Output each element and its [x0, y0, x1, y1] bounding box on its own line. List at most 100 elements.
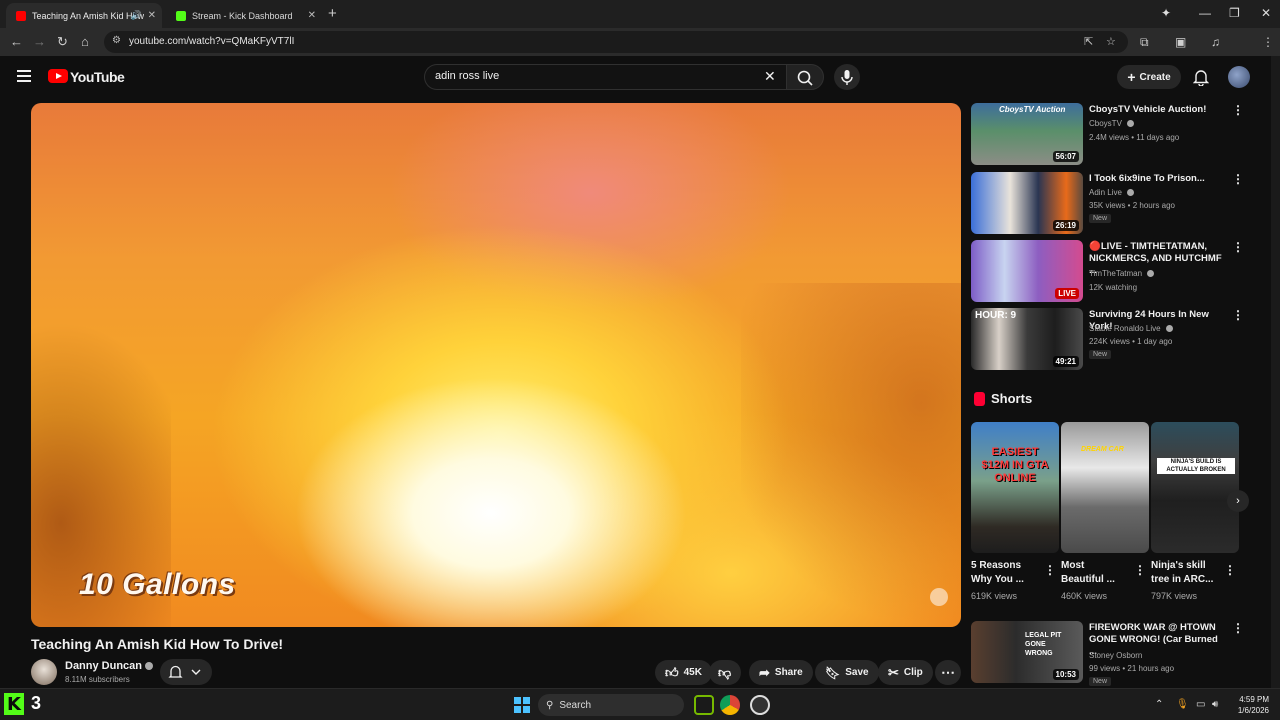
- video-thumbnail[interactable]: HOUR: 9 49:21: [971, 308, 1083, 370]
- clear-search-icon[interactable]: ✕: [764, 68, 776, 85]
- video-thumbnail[interactable]: 26:19: [971, 172, 1083, 234]
- recommendation-channel[interactable]: TimTheTatman: [1089, 269, 1155, 278]
- short-title[interactable]: Ninja's skill tree in ARC...: [1151, 559, 1217, 587]
- gemini-icon[interactable]: ✦: [1161, 6, 1171, 20]
- home-icon[interactable]: ⌂: [81, 34, 89, 49]
- bookmark-star-icon[interactable]: ☆: [1106, 35, 1116, 48]
- subscriber-count: 8.11M subscribers: [65, 675, 130, 684]
- recommendation-title[interactable]: CboysTV Vehicle Auction!: [1089, 104, 1227, 116]
- chrome-app-icon[interactable]: [720, 695, 740, 715]
- extensions-icon[interactable]: ⧉: [1140, 35, 1149, 50]
- verified-icon: [1147, 270, 1155, 278]
- more-options-icon[interactable]: ⋮: [1044, 563, 1056, 577]
- bell-icon: [168, 665, 201, 678]
- forward-icon[interactable]: →: [33, 34, 46, 49]
- short-thumbnail[interactable]: EASIEST $12M IN GTA ONLINE: [971, 422, 1059, 553]
- windows-start-icon[interactable]: [514, 697, 530, 713]
- tray-overflow-icon[interactable]: ⌃: [1155, 699, 1163, 710]
- shorts-next-button[interactable]: ›: [1227, 490, 1249, 512]
- more-actions-button[interactable]: ⋯: [935, 660, 961, 685]
- channel-watermark-icon[interactable]: [930, 588, 948, 606]
- subscription-bell-button[interactable]: [160, 659, 212, 685]
- youtube-wordmark[interactable]: YouTube: [70, 69, 125, 85]
- recommendation-channel[interactable]: CboysTV: [1089, 119, 1135, 128]
- speaker-icon[interactable]: 🔊: [131, 10, 142, 21]
- more-options-icon[interactable]: ⋮: [1232, 621, 1244, 635]
- dislike-button[interactable]: 👎︎: [709, 660, 741, 685]
- search-box[interactable]: [424, 64, 786, 90]
- video-thumbnail[interactable]: LIVE: [971, 240, 1083, 302]
- kick-count: 3: [31, 693, 42, 713]
- menu-icon[interactable]: [17, 70, 31, 82]
- tab-youtube[interactable]: Teaching An Amish Kid How 🔊 ✕: [6, 3, 162, 28]
- back-icon[interactable]: ←: [10, 34, 23, 49]
- minimize-icon[interactable]: —: [1199, 6, 1211, 20]
- taskbar-search[interactable]: ⚲ Search: [538, 694, 684, 716]
- thumbs-up-icon: 👍︎: [665, 664, 679, 680]
- media-controls-icon[interactable]: ♫: [1211, 35, 1220, 49]
- video-thumbnail[interactable]: LEGAL PIT GONE WRONG 10:53: [971, 621, 1083, 683]
- channel-name-row[interactable]: Danny Duncan: [65, 660, 154, 672]
- site-info-icon[interactable]: ⚙: [112, 35, 121, 46]
- install-app-icon[interactable]: ⇱: [1084, 35, 1093, 48]
- duration-badge: 26:19: [1052, 220, 1079, 231]
- search-icon: ⚲: [546, 699, 554, 711]
- tab-kick[interactable]: Stream - Kick Dashboard ✕: [166, 3, 322, 28]
- short-title[interactable]: Most Beautiful ...: [1061, 559, 1127, 587]
- recommendation-channel[interactable]: Adin Live: [1089, 188, 1135, 197]
- close-tab-icon[interactable]: ✕: [308, 10, 316, 21]
- like-button[interactable]: 👍︎ 45K: [655, 660, 712, 685]
- recommendation-item[interactable]: CboysTV Auction 56:07 CboysTV Vehicle Au…: [971, 103, 1244, 165]
- taskbar-clock[interactable]: 4:59 PM 1/6/2026: [1231, 694, 1269, 716]
- more-options-icon[interactable]: ⋮: [1134, 563, 1146, 577]
- more-options-icon[interactable]: ⋮: [1232, 172, 1244, 186]
- notifications-bell-icon[interactable]: [1193, 68, 1209, 86]
- search-input[interactable]: [435, 70, 755, 82]
- more-options-icon[interactable]: ⋮: [1232, 103, 1244, 117]
- browser-toolbar: ← → ↻ ⌂ ⚙ youtube.com/watch?v=QMaKFyVT7l…: [0, 28, 1280, 77]
- more-options-icon[interactable]: ⋮: [1232, 308, 1244, 322]
- reload-icon[interactable]: ↻: [57, 34, 68, 50]
- recommendation-item[interactable]: LIVE 🔴LIVE - TIMTHETATMAN, NICKMERCS, AN…: [971, 240, 1244, 302]
- short-thumbnail[interactable]: DREAM CAR: [1061, 422, 1149, 553]
- bookmark-icon: 🔖︎: [825, 665, 841, 680]
- channel-avatar[interactable]: [31, 659, 57, 685]
- kick-logo-icon[interactable]: [4, 693, 24, 715]
- obs-app-icon[interactable]: [750, 695, 770, 715]
- new-tab-button[interactable]: +: [328, 5, 337, 22]
- create-button[interactable]: + Create: [1117, 65, 1181, 89]
- volume-icon[interactable]: 🔊︎: [1212, 699, 1218, 710]
- video-player[interactable]: 10 Gallons: [31, 103, 961, 627]
- clip-button[interactable]: ✂ Clip: [878, 660, 933, 685]
- share-button[interactable]: ➦ Share: [749, 660, 813, 685]
- page-scrollbar[interactable]: [1271, 56, 1280, 688]
- search-button[interactable]: [786, 64, 824, 90]
- chrome-menu-icon[interactable]: ⋮: [1262, 35, 1274, 49]
- more-options-icon[interactable]: ⋮: [1232, 240, 1244, 254]
- close-window-icon[interactable]: ✕: [1261, 6, 1271, 20]
- nvidia-app-icon[interactable]: [694, 695, 714, 715]
- recommendation-item[interactable]: LEGAL PIT GONE WRONG 10:53 FIREWORK WAR …: [971, 621, 1244, 688]
- youtube-logo-icon[interactable]: [48, 69, 68, 83]
- network-icon[interactable]: ▭: [1196, 699, 1205, 710]
- recommendation-channel[interactable]: Stable Ronaldo Live: [1089, 324, 1173, 333]
- duration-badge: 10:53: [1052, 669, 1079, 680]
- recommendation-item[interactable]: 26:19 I Took 6ix9ine To Prison... Adin L…: [971, 172, 1244, 234]
- save-button[interactable]: 🔖︎ Save: [815, 660, 879, 685]
- account-avatar[interactable]: [1228, 66, 1250, 88]
- channel-name[interactable]: Danny Duncan: [65, 660, 142, 672]
- recommendation-title[interactable]: I Took 6ix9ine To Prison...: [1089, 173, 1227, 185]
- maximize-icon[interactable]: ❐: [1229, 6, 1240, 20]
- address-bar[interactable]: ⚙ youtube.com/watch?v=QMaKFyVT7lI ⇱ ☆: [104, 31, 1128, 53]
- close-tab-icon[interactable]: ✕: [148, 10, 156, 21]
- duration-badge: 56:07: [1052, 151, 1079, 162]
- more-options-icon[interactable]: ⋮: [1224, 563, 1236, 577]
- recommendation-item[interactable]: HOUR: 9 49:21 Surviving 24 Hours In New …: [971, 308, 1244, 370]
- microphone-tray-icon[interactable]: 🎙︎: [1176, 699, 1189, 710]
- short-thumbnail[interactable]: NINJA'S BUILD IS ACTUALLY BROKEN: [1151, 422, 1239, 553]
- video-thumbnail[interactable]: CboysTV Auction 56:07: [971, 103, 1083, 165]
- recommendation-channel[interactable]: Stoney Osborn: [1089, 651, 1142, 660]
- sidepanel-icon[interactable]: ▣: [1175, 35, 1186, 49]
- short-title[interactable]: 5 Reasons Why You ...: [971, 559, 1037, 587]
- voice-search-button[interactable]: [834, 64, 860, 90]
